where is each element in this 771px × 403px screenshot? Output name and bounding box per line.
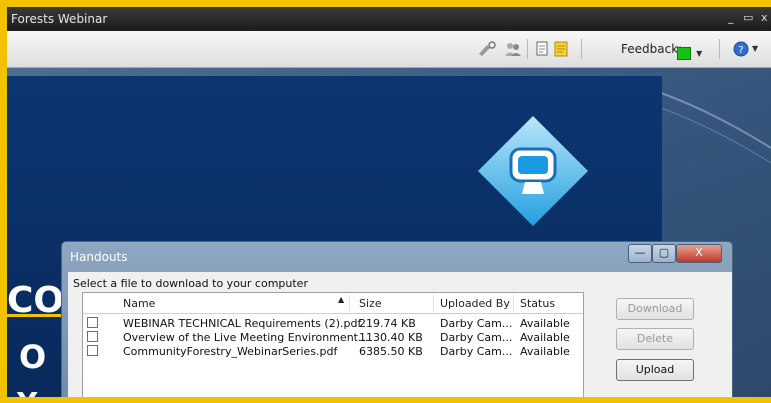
column-header-uploaded-by[interactable]: Uploaded By (440, 297, 510, 310)
uploaded-by: Darby Cam... (440, 345, 513, 358)
instruction-text: Select a file to download to your comput… (73, 277, 308, 290)
tools-icon[interactable] (477, 41, 497, 57)
column-header-name[interactable]: Name (123, 297, 155, 310)
download-button[interactable]: Download (616, 298, 694, 320)
file-size: 1130.40 KB (359, 331, 423, 344)
file-status: Available (520, 331, 570, 344)
file-name: WEBINAR TECHNICAL Requirements (2).pdf (123, 317, 362, 330)
feedback-dropdown[interactable]: ▼ (677, 43, 703, 60)
table-row[interactable]: Overview of the Live Meeting Environment… (83, 331, 583, 345)
file-name: CommunityForestry_WebinarSeries.pdf (123, 345, 338, 358)
toolbar-separator (581, 39, 582, 59)
help-icon[interactable]: ? ▼ (733, 41, 758, 57)
chevron-down-icon: ▼ (696, 49, 703, 58)
upload-button[interactable]: Upload (616, 359, 694, 381)
row-checkbox[interactable] (87, 317, 98, 328)
dialog-minimize-button[interactable]: — (628, 244, 652, 263)
dialog-title: Handouts (70, 250, 128, 264)
toolbar: Feedback: ▼ ? ▼ (7, 31, 771, 68)
row-checkbox[interactable] (87, 345, 98, 356)
notes-icon[interactable] (553, 41, 569, 57)
window-title: Forests Webinar (11, 12, 108, 26)
close-button[interactable]: x (761, 11, 768, 24)
chevron-down-icon: ▼ (752, 44, 759, 53)
people-icon[interactable] (503, 41, 523, 57)
file-name: Overview of the Live Meeting Environment… (123, 331, 369, 344)
file-status: Available (520, 345, 570, 358)
delete-button[interactable]: Delete (616, 328, 694, 350)
uploaded-by: Darby Cam... (440, 331, 513, 344)
slide-text: Y (17, 386, 37, 397)
slide-text: CO (7, 280, 65, 321)
dialog-body: Select a file to download to your comput… (68, 272, 732, 397)
row-checkbox[interactable] (87, 331, 98, 342)
table-row[interactable]: WEBINAR TECHNICAL Requirements (2).pdf 2… (83, 317, 583, 331)
feedback-label: Feedback: (621, 42, 683, 56)
dialog-close-button[interactable]: X (676, 244, 722, 263)
column-divider[interactable] (349, 295, 350, 311)
file-size: 219.74 KB (359, 317, 416, 330)
file-status: Available (520, 317, 570, 330)
table-row[interactable]: CommunityForestry_WebinarSeries.pdf 6385… (83, 345, 583, 359)
feedback-status-swatch (677, 47, 691, 60)
sort-ascending-icon: ▲ (338, 295, 345, 304)
monitor-logo-icon (478, 116, 588, 226)
slide-text: O (19, 338, 47, 376)
handouts-table: Name ▲ Size Uploaded By Status WEBINAR T… (82, 292, 584, 397)
column-divider[interactable] (433, 295, 434, 311)
column-header-size[interactable]: Size (359, 297, 382, 310)
app-window: Forests Webinar _ ▭ x Feedback: ▼ ? ▼ CO… (7, 7, 771, 397)
dialog-maximize-button[interactable]: ▢ (652, 244, 676, 263)
file-size: 6385.50 KB (359, 345, 423, 358)
uploaded-by: Darby Cam... (440, 317, 513, 330)
column-header-status[interactable]: Status (520, 297, 555, 310)
table-header: Name ▲ Size Uploaded By Status (83, 293, 583, 314)
toolbar-separator (719, 39, 720, 59)
column-divider[interactable] (513, 295, 514, 311)
svg-text:?: ? (738, 45, 743, 56)
minimize-button[interactable]: _ (728, 11, 734, 24)
handouts-dialog: Handouts — ▢ X Select a file to download… (61, 241, 733, 397)
handout-icon[interactable] (534, 41, 550, 57)
title-bar: Forests Webinar _ ▭ x (7, 7, 771, 31)
restore-button[interactable]: ▭ (743, 11, 753, 24)
toolbar-separator (527, 39, 528, 59)
